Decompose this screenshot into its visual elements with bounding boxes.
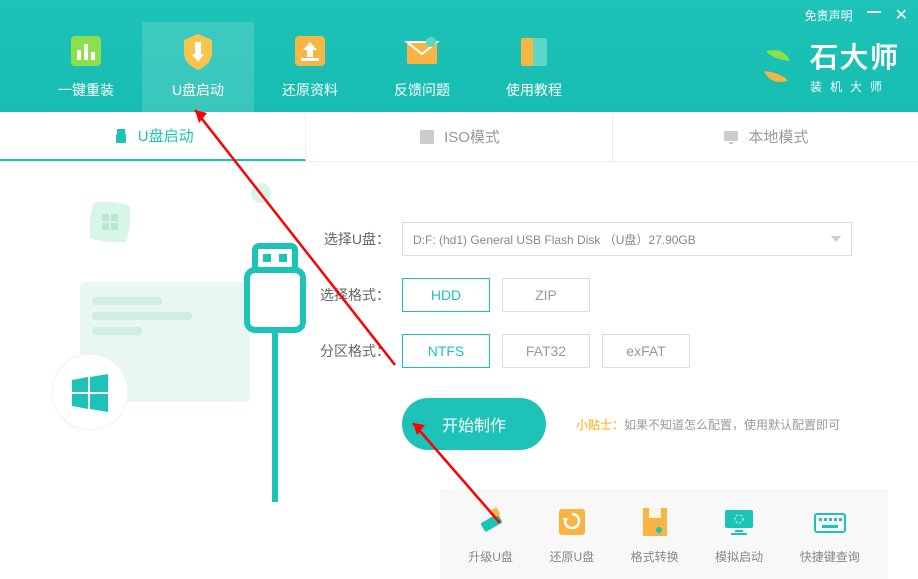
keyboard-icon	[812, 504, 848, 540]
window-controls: 免责声明 ✕	[805, 5, 908, 25]
monitor-icon	[721, 504, 757, 540]
usb-icon	[112, 127, 130, 145]
nav-label: 反馈问题	[394, 80, 450, 100]
row-select-usb: 选择U盘： D:F: (hd1) General USB Flash Disk …	[320, 222, 878, 256]
footer-format-convert[interactable]: 格式转换	[631, 504, 679, 565]
nav-label: 使用教程	[506, 80, 562, 100]
usb-select[interactable]: D:F: (hd1) General USB Flash Disk （U盘）27…	[402, 222, 852, 256]
tab-label: 本地模式	[748, 126, 808, 147]
iso-icon	[418, 128, 436, 146]
monitor-icon	[722, 128, 740, 146]
partition-option-fat32[interactable]: FAT32	[502, 334, 590, 368]
circle-deco-icon	[250, 182, 272, 204]
envelope-icon	[401, 30, 443, 72]
brand: 石大师 装机大师	[754, 36, 900, 95]
nav-item-feedback[interactable]: 反馈问题	[366, 22, 478, 112]
tabs: U盘启动 ISO模式 本地模式	[0, 112, 918, 162]
row-partition: 分区格式： NTFS FAT32 exFAT	[320, 334, 878, 368]
nav-label: 一键重装	[58, 80, 114, 100]
footer-restore-usb[interactable]: 还原U盘	[549, 504, 594, 565]
nav-item-reinstall[interactable]: 一键重装	[30, 22, 142, 112]
windows-deco-icon	[90, 202, 130, 242]
tab-local[interactable]: 本地模式	[613, 112, 918, 161]
footer-hotkeys[interactable]: 快捷键查询	[800, 504, 860, 565]
usb-select-value: D:F: (hd1) General USB Flash Disk （U盘）27…	[413, 231, 696, 248]
brand-logo-icon	[754, 43, 800, 89]
bar-chart-icon	[65, 30, 107, 72]
select-usb-label: 选择U盘：	[320, 229, 390, 249]
brand-subtitle: 装机大师	[810, 78, 890, 95]
row-select-format: 选择格式： HDD ZIP	[320, 278, 878, 312]
partition-option-exfat[interactable]: exFAT	[602, 334, 690, 368]
tab-label: U盘启动	[138, 125, 194, 146]
action-row: 开始制作 小贴士：如果不知道怎么配置，使用默认配置即可	[320, 398, 878, 450]
chevron-down-icon	[831, 236, 841, 242]
brand-name: 石大师	[810, 36, 900, 76]
minimize-button[interactable]	[867, 11, 881, 13]
footer-simulate-boot[interactable]: 模拟启动	[715, 504, 763, 565]
tab-iso[interactable]: ISO模式	[306, 112, 612, 161]
close-button[interactable]: ✕	[895, 5, 908, 25]
restore-icon	[554, 504, 590, 540]
nav: 一键重装 U盘启动 还原资料 反馈问题 使用教程	[30, 0, 590, 112]
nav-item-tutorial[interactable]: 使用教程	[478, 22, 590, 112]
footer-label: 升级U盘	[468, 548, 513, 565]
tab-label: ISO模式	[444, 126, 500, 147]
header: 免责声明 ✕ 一键重装 U盘启动 还原资料 反馈问题	[0, 0, 918, 112]
footer: 升级U盘 还原U盘 格式转换 模拟启动 快捷键查询	[440, 489, 888, 579]
upload-box-icon	[289, 30, 331, 72]
disk-icon	[637, 504, 673, 540]
illustration	[30, 182, 310, 499]
tab-usb-boot[interactable]: U盘启动	[0, 112, 306, 161]
nav-label: U盘启动	[172, 80, 224, 100]
book-icon	[513, 30, 555, 72]
usb-stick-icon	[473, 504, 509, 540]
form-area: 选择U盘： D:F: (hd1) General USB Flash Disk …	[310, 182, 878, 499]
footer-label: 模拟启动	[715, 548, 763, 565]
nav-item-usb-boot[interactable]: U盘启动	[142, 22, 254, 112]
partition-option-ntfs[interactable]: NTFS	[402, 334, 490, 368]
nav-item-restore[interactable]: 还原资料	[254, 22, 366, 112]
footer-label: 格式转换	[631, 548, 679, 565]
usb-cable-icon	[225, 242, 315, 502]
partition-label: 分区格式：	[320, 341, 390, 361]
footer-upgrade-usb[interactable]: 升级U盘	[468, 504, 513, 565]
start-button[interactable]: 开始制作	[402, 398, 546, 450]
disclaimer-link[interactable]: 免责声明	[805, 7, 853, 24]
tips-text: 如果不知道怎么配置，使用默认配置即可	[624, 418, 840, 432]
nav-label: 还原资料	[282, 80, 338, 100]
tips: 小贴士：如果不知道怎么配置，使用默认配置即可	[576, 416, 840, 433]
format-option-hdd[interactable]: HDD	[402, 278, 490, 312]
select-format-label: 选择格式：	[320, 285, 390, 305]
windows-circle-icon	[50, 352, 130, 432]
footer-label: 还原U盘	[549, 548, 594, 565]
footer-label: 快捷键查询	[800, 548, 860, 565]
main-content: 选择U盘： D:F: (hd1) General USB Flash Disk …	[0, 162, 918, 499]
shield-icon	[177, 30, 219, 72]
tips-label: 小贴士：	[576, 418, 624, 432]
format-option-zip[interactable]: ZIP	[502, 278, 590, 312]
